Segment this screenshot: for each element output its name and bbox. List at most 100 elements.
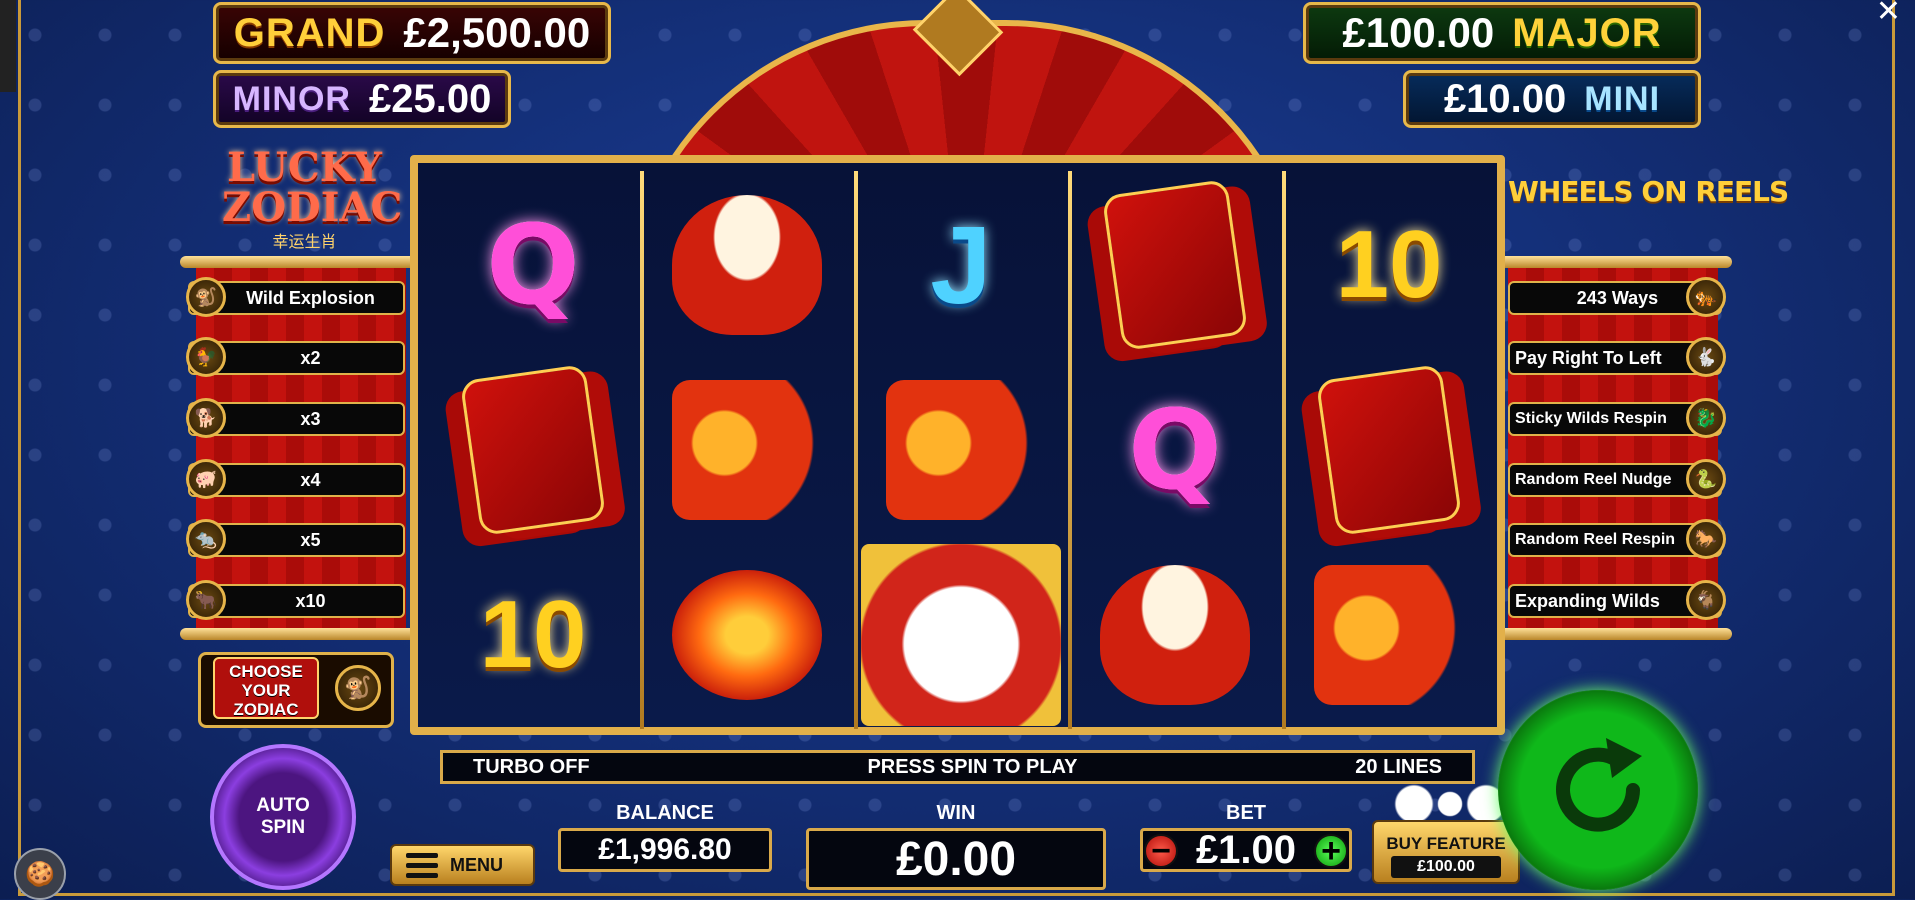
jackpot-minor-amount: £25.00 — [368, 76, 492, 121]
feature-label: x2 — [300, 347, 321, 368]
logo-line-3: 幸运生肖 — [272, 234, 337, 251]
right-feature-row: Pay Right To Left 🐇 — [1508, 337, 1726, 377]
choose-zodiac-panel: CHOOSE YOUR ZODIAC 🐒 — [198, 652, 394, 728]
feature-label: Expanding Wilds — [1515, 590, 1660, 611]
autospin-button[interactable]: AUTO SPIN — [210, 744, 356, 890]
symbol-number: 10 — [479, 581, 587, 688]
reel-4: Q — [1072, 173, 1278, 727]
left-feature-panel — [196, 262, 406, 632]
buy-feature-label: BUY FEATURE — [1386, 834, 1506, 853]
reel-2 — [644, 173, 850, 727]
left-feature-row: 🐂 x10 — [186, 580, 405, 620]
tiger-icon: 🐅 — [1686, 277, 1726, 317]
right-feature-row: Sticky Wilds Respin 🐉 — [1508, 398, 1726, 438]
jackpot-minor: MINOR £25.00 — [213, 70, 511, 128]
feature-label: Random Reel Nudge — [1515, 471, 1672, 488]
reel-5: 10 — [1286, 173, 1492, 727]
reel-1: Q 10 — [430, 173, 636, 727]
jackpot-minor-label: MINOR — [232, 79, 351, 118]
logo-line-1: LUCKY — [227, 144, 382, 191]
envelopes-icon — [1072, 173, 1278, 357]
cookie-settings-icon[interactable]: 🍪 — [14, 848, 66, 900]
lines-count: 20 LINES — [1355, 755, 1442, 778]
envelopes-icon — [430, 358, 636, 542]
symbol-letter: Q — [486, 201, 580, 329]
buy-feature-price: £100.00 — [1391, 856, 1501, 878]
win-label: WIN — [936, 802, 976, 824]
jackpot-mini-label: MINI — [1584, 79, 1661, 118]
feature-label: x5 — [300, 529, 321, 550]
symbol-10: 10 — [1286, 173, 1492, 357]
turbo-toggle[interactable]: TURBO OFF — [473, 756, 590, 779]
left-feature-row: 🐖 x4 — [186, 459, 405, 499]
right-feature-row: Random Reel Nudge 🐍 — [1508, 459, 1726, 499]
left-feature-row: 🐕 x3 — [186, 398, 405, 438]
left-feature-row: 🐀 x5 — [186, 519, 405, 559]
hamburger-icon — [406, 852, 438, 878]
symbol-q: Q — [1072, 358, 1278, 542]
snake-icon: 🐍 — [1686, 459, 1726, 499]
scroll-rod-top-right — [1492, 256, 1732, 268]
autospin-label-1: AUTO — [256, 795, 310, 816]
spin-button[interactable] — [1498, 690, 1698, 890]
rooster-icon: 🐓 — [186, 337, 226, 377]
feature-label: x10 — [295, 590, 326, 611]
feature-label: 243 Ways — [1576, 287, 1659, 308]
win-value: £0.00 — [806, 828, 1106, 890]
monkey-icon: 🐒 — [186, 277, 226, 317]
feature-label: Pay Right To Left — [1515, 347, 1662, 368]
lucky-zodiac-logo: LUCKY ZODIAC 幸运生肖 — [222, 144, 403, 252]
drum-icon — [1072, 543, 1278, 727]
status-message: PRESS SPIN TO PLAY — [867, 755, 1078, 778]
fish-icon — [858, 358, 1064, 542]
reel-grid: Q 10 J Q 10 — [410, 155, 1505, 735]
balance-label: BALANCE — [616, 802, 714, 824]
symbol-number: 10 — [1335, 211, 1443, 318]
fish-icon — [644, 358, 850, 542]
scroll-rod-bottom-right — [1492, 628, 1732, 640]
goat-icon: 🐐 — [1686, 580, 1726, 620]
scroll-rod-bottom-left — [180, 628, 420, 640]
reel-3: J — [858, 173, 1064, 727]
right-feature-panel — [1508, 262, 1718, 632]
pig-icon: 🐖 — [186, 459, 226, 499]
ox-icon: 🐂 — [186, 580, 226, 620]
feature-label: x4 — [300, 469, 321, 490]
window-edge — [0, 0, 16, 92]
menu-label: MENU — [450, 854, 503, 875]
left-feature-row: 🐓 x2 — [186, 337, 405, 377]
symbol-letter: J — [930, 203, 992, 327]
spin-arrow-icon — [1556, 738, 1642, 832]
bet-label: BET — [1226, 802, 1266, 824]
jackpot-mini: £10.00 MINI — [1403, 70, 1701, 128]
feature-label: Random Reel Respin — [1515, 531, 1676, 548]
left-feature-row: 🐒 Wild Explosion — [186, 277, 405, 317]
feature-label: Wild Explosion — [246, 287, 375, 308]
dog-icon: 🐕 — [186, 398, 226, 438]
logo-line-2: ZODIAC — [222, 184, 403, 231]
lion-icon — [858, 543, 1064, 727]
bet-decrease-button[interactable]: − — [1144, 834, 1178, 868]
menu-button[interactable]: MENU — [390, 844, 535, 886]
monkey-icon[interactable]: 🐒 — [335, 665, 381, 711]
feature-label: Sticky Wilds Respin — [1515, 410, 1667, 427]
scroll-rod-top-left — [180, 256, 420, 268]
jackpot-major: £100.00 MAJOR — [1303, 2, 1701, 64]
right-feature-row: Random Reel Respin 🐎 — [1508, 519, 1726, 559]
drum-icon — [644, 173, 850, 357]
jackpot-major-label: MAJOR — [1512, 10, 1662, 55]
fish-icon — [1286, 543, 1492, 727]
jackpot-major-amount: £100.00 — [1342, 9, 1495, 56]
choose-zodiac-button[interactable]: CHOOSE YOUR ZODIAC — [213, 657, 319, 719]
lantern-icon — [644, 543, 850, 727]
bet-increase-button[interactable]: + — [1314, 834, 1348, 868]
symbol-q: Q — [430, 173, 636, 357]
jackpot-grand-amount: £2,500.00 — [403, 9, 591, 56]
right-feature-row: 243 Ways 🐅 — [1508, 277, 1726, 317]
symbol-letter: Q — [1128, 386, 1222, 514]
symbol-10: 10 — [430, 543, 636, 727]
jackpot-mini-amount: £10.00 — [1443, 76, 1567, 121]
close-icon[interactable]: ✕ — [1876, 0, 1901, 29]
buy-feature-button[interactable]: BUY FEATURE £100.00 — [1372, 820, 1520, 884]
symbol-j: J — [858, 173, 1064, 357]
